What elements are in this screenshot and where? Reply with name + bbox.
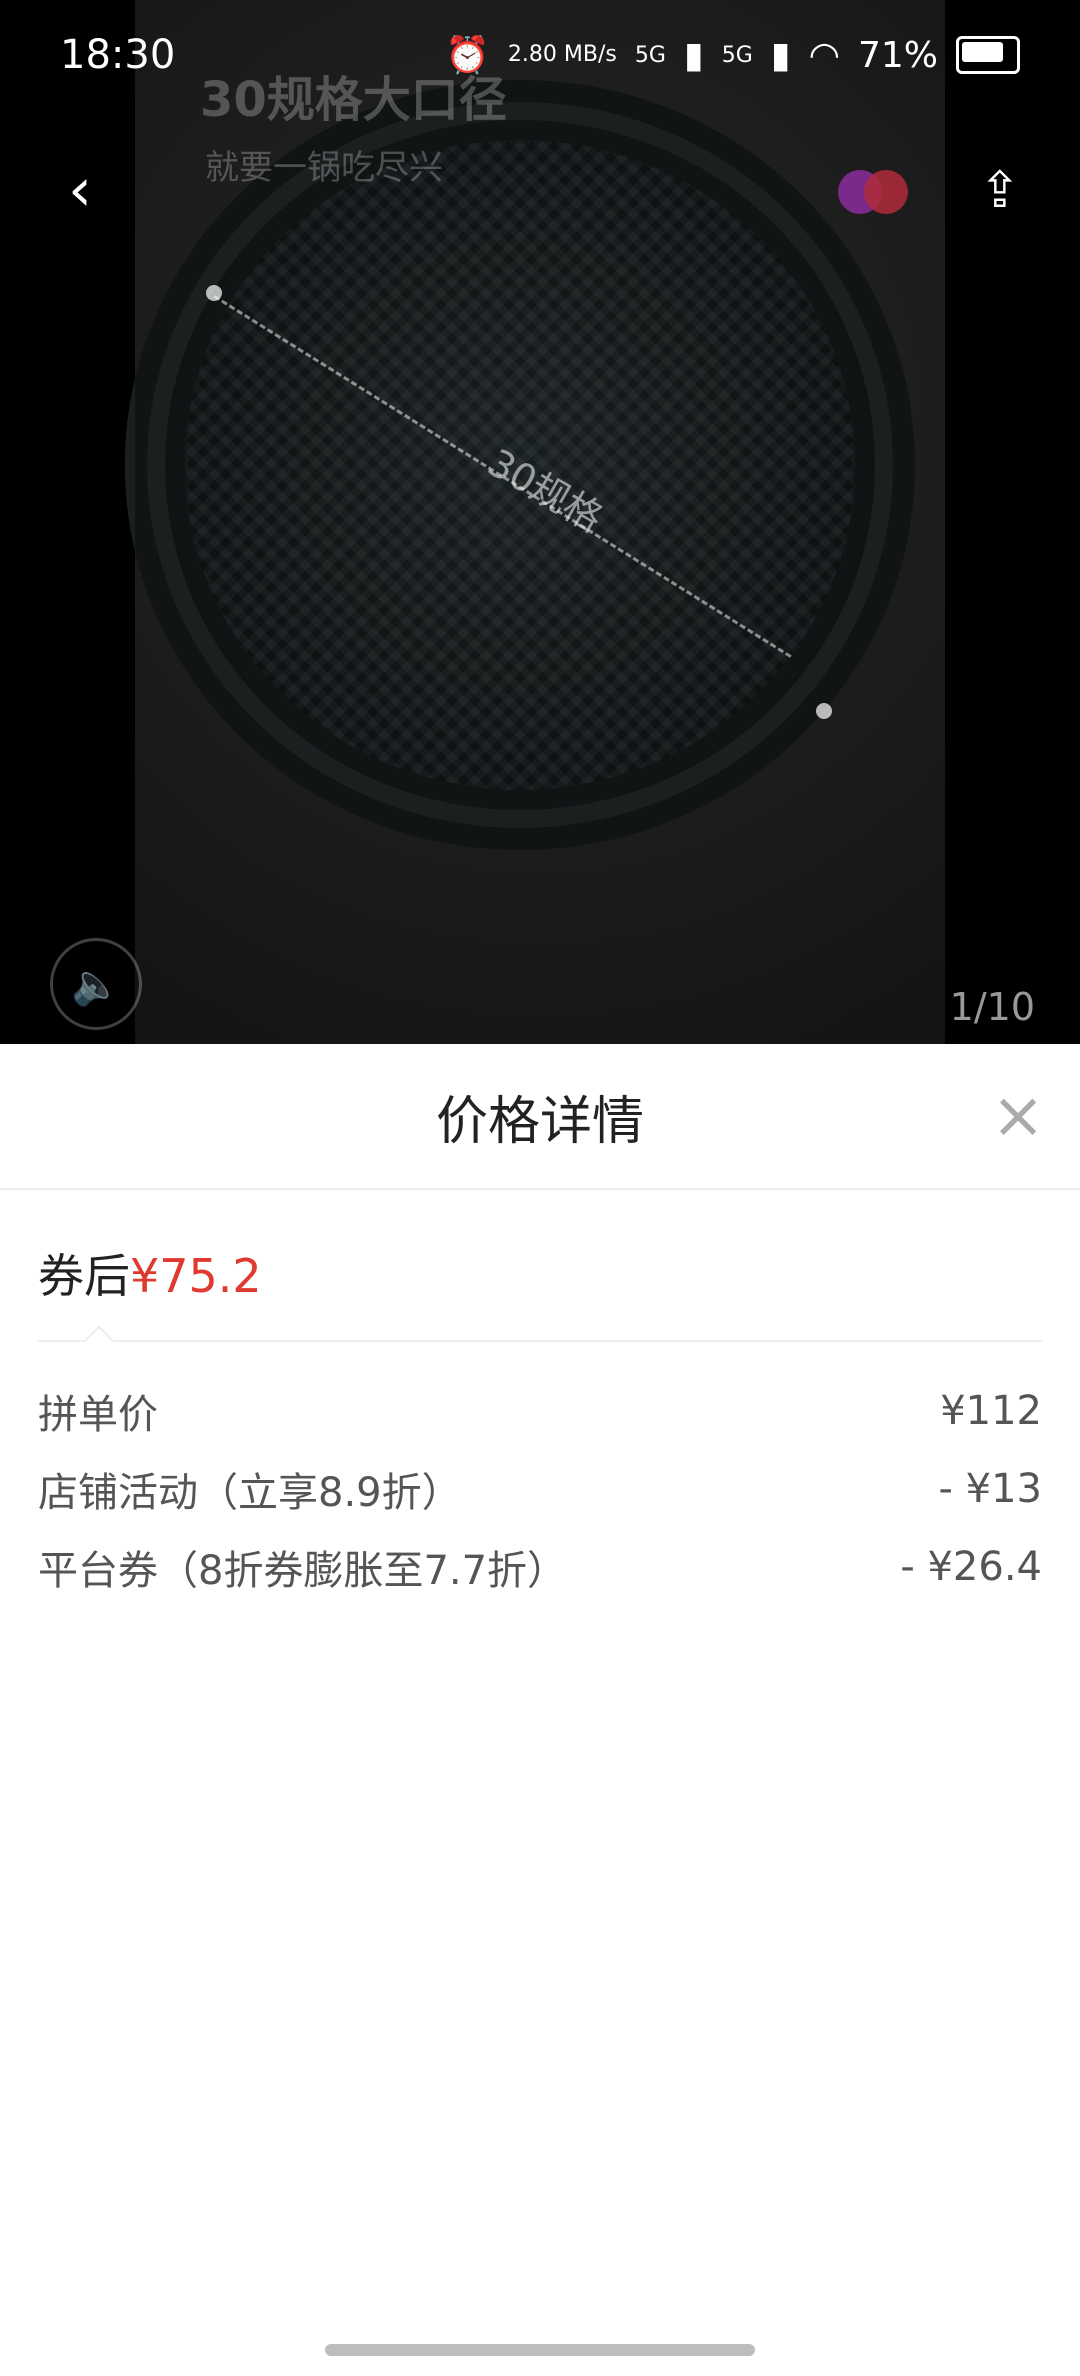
status-time: 18:30 [60,32,176,78]
final-price-label: 券后 [38,1249,130,1303]
close-button[interactable]: × [986,1084,1050,1148]
signal-bars-icon-2: ▮ [770,34,791,76]
close-icon: × [991,1079,1045,1153]
sheet-title: 价格详情 [435,1091,644,1152]
battery-icon [956,36,1020,74]
shop-badge-circle-2 [864,170,908,214]
status-bar: 18:30 ⏰ 2.80 MB/s 5G ▮ 5G ▮ ◠ 71% [0,0,1080,110]
item-label: 平台券（8折券膨胀至7.7折） [38,1548,568,1594]
back-icon: ‹ [68,155,92,225]
battery-percent: 71% [857,34,938,76]
price-breakdown-list: 拼单价 ¥112 店铺活动（立享8.9折） - ¥13 平台券（8折券膨胀至7.… [0,1342,1080,1606]
home-indicator[interactable] [325,2344,755,2356]
gallery-overlay-subtitle: 就要一锅吃尽兴 [205,148,443,188]
page-indicator: 1/10 [949,985,1035,1029]
signal-5g-1: 5G [634,42,666,68]
final-price-row: 券后¥75.2 [0,1190,1080,1340]
back-button[interactable]: ‹ [40,150,120,230]
alarm-icon: ⏰ [445,35,490,76]
list-item: 平台券（8折券膨胀至7.7折） - ¥26.4 [38,1528,1042,1606]
diameter-start-dot [206,285,222,301]
item-value: - ¥13 [938,1466,1043,1512]
signal-bars-icon-1: ▮ [683,34,704,76]
list-item: 店铺活动（立享8.9折） - ¥13 [38,1450,1042,1528]
speaker-icon: 🔈 [71,961,121,1008]
signal-5g-2: 5G [721,42,753,68]
status-icons: ⏰ 2.80 MB/s 5G ▮ 5G ▮ ◠ 71% [445,34,1020,76]
share-icon: ⇪ [979,161,1021,219]
item-value: ¥112 [940,1388,1042,1434]
shop-badge[interactable] [838,170,908,220]
wifi-icon: ◠ [808,34,840,76]
product-image-gallery[interactable]: 30规格大口径 就要一锅吃尽兴 30规格 18:30 ⏰ 2.80 MB/s 5… [0,0,1080,1044]
item-value: - ¥26.4 [900,1544,1042,1590]
list-item: 拼单价 ¥112 [38,1372,1042,1450]
share-button[interactable]: ⇪ [960,150,1040,230]
final-price-value: ¥75.2 [130,1249,262,1303]
network-speed: 2.80 MB/s [507,42,617,67]
item-label: 拼单价 [38,1392,158,1438]
divider [38,1340,1042,1342]
price-detail-sheet: 价格详情 × 券后¥75.2 拼单价 ¥112 店铺活动（立享8.9折） - ¥… [0,1044,1080,2376]
sound-button[interactable]: 🔈 [50,938,142,1030]
diameter-end-dot [816,703,832,719]
sheet-header: 价格详情 × [0,1044,1080,1190]
item-label: 店铺活动（立享8.9折） [38,1470,462,1516]
